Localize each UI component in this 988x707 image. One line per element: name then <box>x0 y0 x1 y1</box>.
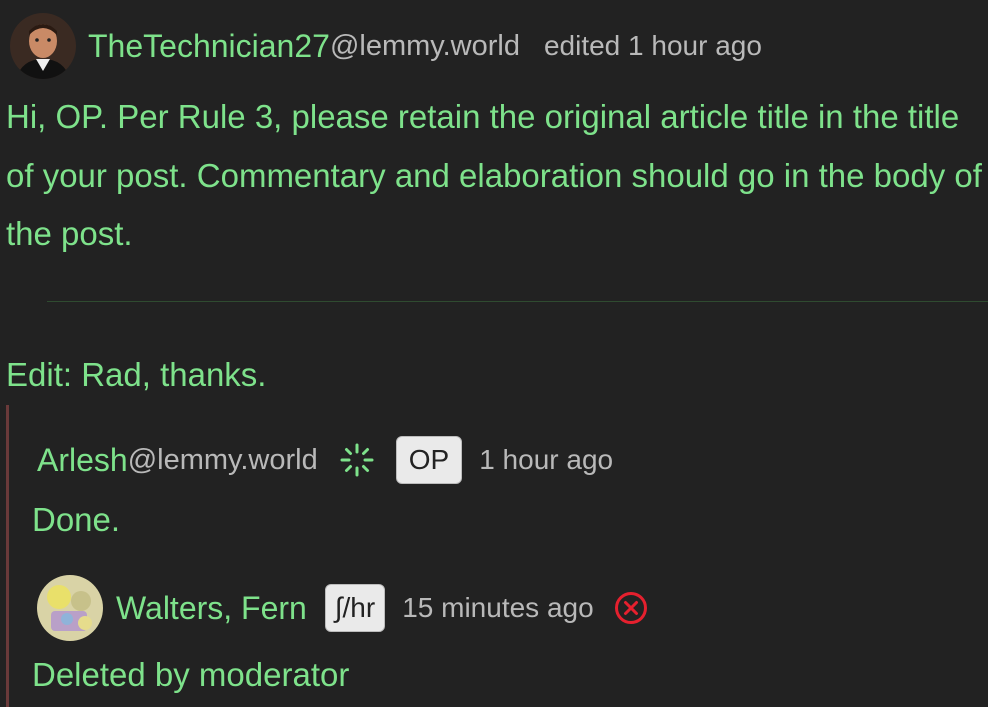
flair-badge: ∫/hr <box>324 584 386 632</box>
user-avatar[interactable] <box>10 13 76 79</box>
reply-body: Done. <box>32 501 121 538</box>
sparkle-icon <box>340 443 374 477</box>
comment-thread: TheTechnician27 @lemmy.world edited 1 ho… <box>0 0 988 707</box>
comment-header: TheTechnician27 @lemmy.world edited 1 ho… <box>10 13 762 79</box>
thread-depth-bar[interactable] <box>6 405 9 707</box>
reply-header: Walters, Fern ∫/hr 15 minutes ago <box>37 575 648 641</box>
removed-x-icon <box>614 591 648 625</box>
reply-body: Deleted by moderator <box>32 656 350 693</box>
user-avatar[interactable] <box>37 575 103 641</box>
reply-author-username[interactable]: Walters, Fern <box>116 590 307 627</box>
comment-author-username[interactable]: TheTechnician27 <box>88 28 330 65</box>
comment-timestamp: edited 1 hour ago <box>543 30 762 61</box>
reply-author-instance[interactable]: @lemmy.world <box>128 444 318 477</box>
op-badge: OP <box>395 436 463 484</box>
comment-author-instance[interactable]: @lemmy.world <box>330 30 520 63</box>
reply-header: Arlesh @lemmy.world OP 1 hour ago <box>37 436 613 484</box>
reply-timestamp: 15 minutes ago <box>402 592 594 623</box>
comment-body: Hi, OP. Per Rule 3, please retain the or… <box>6 98 982 252</box>
comment-edit-note: Edit: Rad, thanks. <box>6 356 267 393</box>
horizontal-divider <box>47 301 988 302</box>
reply-timestamp: 1 hour ago <box>479 444 614 475</box>
reply-author-username[interactable]: Arlesh <box>37 442 128 479</box>
